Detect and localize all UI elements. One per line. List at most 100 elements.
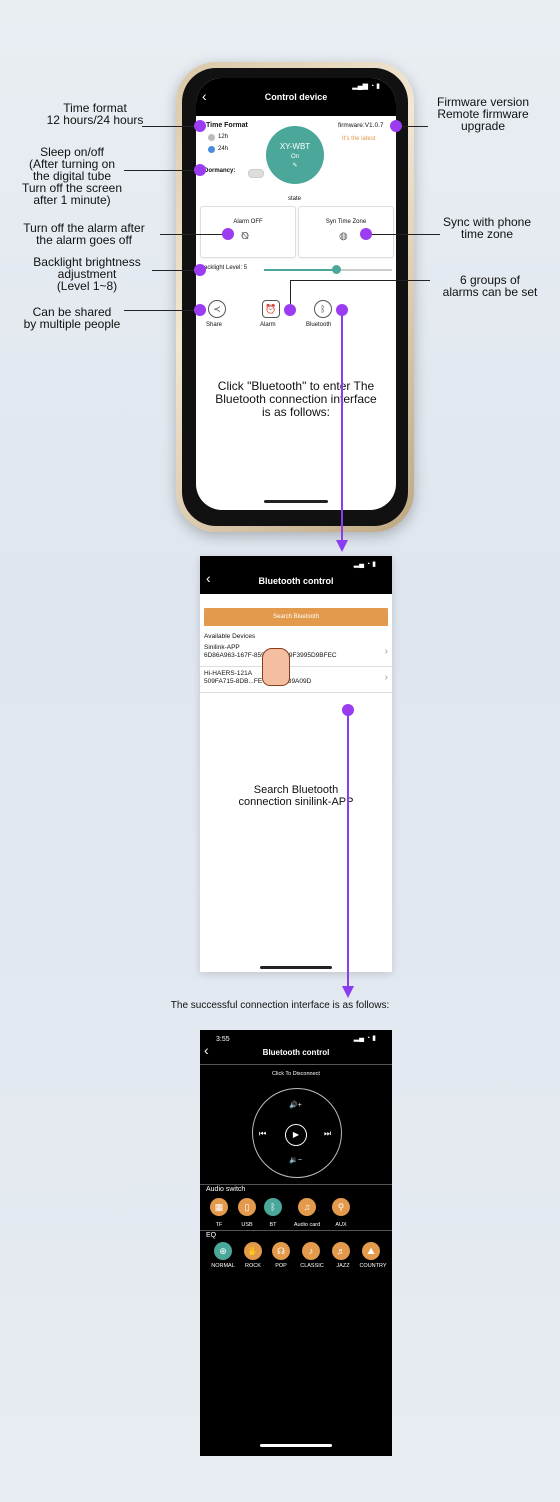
eq-classic-icon[interactable]: ♪ [302,1242,320,1260]
status-icons: ▂▄ ◔ ▮ [353,561,376,568]
device-row[interactable]: Sinilink-APP 6D86A963-167F-8599-40CE-9F3… [200,642,392,667]
divider [200,1184,392,1185]
edit-icon[interactable]: ✎ [266,162,324,169]
flow-arrowhead [342,986,354,998]
alarm-clock-icon[interactable]: ⏰ [262,300,280,318]
tf-card-icon[interactable]: ▦ [210,1198,228,1216]
device-state: On [290,154,299,160]
radio-12h[interactable] [208,134,215,141]
alarm-off-label: Alarm OFF [233,219,263,225]
callout-dot-sync [360,228,372,240]
success-caption: The successful connection interface is a… [170,1000,390,1011]
eq-jazz-icon[interactable]: ♬ [332,1242,350,1260]
device-info-section: Time Format 12h 24h XY-WBT On ✎ firmware… [196,116,396,194]
callout-firmware: Firmware version Remote firmware upgrade [436,95,529,133]
syn-time-zone-label: Syn Time Zone [325,219,367,225]
device-row[interactable]: Hi-HAERS-121A 509FA715-8DB...FE-7246D4B9… [200,668,392,693]
callout-dot-share [194,304,206,316]
backlight-slider-knob[interactable] [332,265,341,274]
page-title: Bluetooth control [258,576,334,586]
globe-icon: ◍ [339,231,348,242]
home-indicator [260,1444,332,1447]
bluetooth-instruction: Click "Bluetooth" to enter The Bluetooth… [215,379,377,419]
radio-24h[interactable] [208,146,215,153]
audio-switch-label: Audio switch [206,1186,246,1193]
divider [200,1064,392,1065]
eq-label: EQ [206,1232,217,1239]
callout-line [290,280,430,281]
callout-line [142,126,194,127]
callout-sync: Sync with phone time zone [442,215,532,241]
radio-12h-label: 12h [218,134,229,140]
eq-mode-label: POP [275,1263,287,1269]
bluetooth-label[interactable]: Bluetooth [306,322,331,328]
state-label: state [288,196,302,202]
callout-dot-alarm-off [222,228,234,240]
eq-mode-label: CLASSIC [300,1263,324,1269]
radio-24h-label: 24h [218,146,229,152]
eq-mode-label: JAZZ [336,1263,350,1269]
chevron-right-icon: › [384,672,388,683]
syn-time-zone-card[interactable]: Syn Time Zone ◍ [298,206,394,258]
next-icon[interactable]: ⏭ [324,1129,331,1139]
callout-dot-dormancy [194,164,206,176]
header: ‹ ▂▄ ◔ ▮ Bluetooth control [200,556,392,594]
clock-time: 3:55 [216,1036,230,1043]
bluetooth-icon[interactable]: ᛒ [314,300,332,318]
page-title: Control device [264,92,328,102]
control-device-screen: ‹ ▂▄▆ ◔ ▮ Control device Time Format 12h… [196,78,396,510]
status-icons: ▂▄ ◔ ▮ [353,1035,376,1042]
usb-icon[interactable]: ▯ [238,1198,256,1216]
alarm-label[interactable]: Alarm [260,322,276,328]
eq-pop-icon[interactable]: ☊ [272,1242,290,1260]
eq-country-icon[interactable]: ⛰ [362,1242,380,1260]
device-status-circle[interactable]: XY-WBT On ✎ [266,126,324,184]
hand-pointer-icon [262,648,290,686]
previous-icon[interactable]: ⏮ [259,1129,266,1139]
home-indicator [264,500,328,503]
eq-mode-label: ROCK [245,1263,261,1269]
dormancy-label: Dormancy: [204,168,236,174]
backlight-fill [264,269,336,271]
alarm-off-icon: ⦰ [241,231,250,242]
eq-normal-icon[interactable]: ⊕ [214,1242,232,1260]
search-bluetooth-button[interactable]: Search Bluetooth [204,608,388,626]
firmware-version[interactable]: firmware:V1.0.7 [338,122,384,129]
device-name: Sinilink-APP [204,644,240,651]
flow-arrow [341,314,343,542]
alarm-off-card[interactable]: Alarm OFF ⦰ [200,206,296,258]
source-label: TF [215,1222,223,1228]
device-name: Hi-HAERS-121A [204,670,253,677]
callout-share: Can be shared by multiple people [23,305,121,331]
callout-sleep: Sleep on/off (After turning on the digit… [21,145,123,207]
disconnect-button[interactable]: Click To Disconnect [200,1071,392,1077]
callout-time-format: Time format 12 hours/24 hours [46,101,144,127]
source-label: AUX [335,1222,347,1228]
callout-line [290,280,291,304]
bluetooth-search-screen: ‹ ▂▄ ◔ ▮ Bluetooth control Search Blueto… [200,556,392,972]
volume-down-icon[interactable]: 🔉− [289,1156,302,1164]
share-label[interactable]: Share [206,322,222,328]
time-format-label: Time Format [206,122,248,129]
volume-up-icon[interactable]: 🔊+ [289,1101,302,1109]
device-name: XY-WBT [279,142,311,151]
audio-card-icon[interactable]: ♫ [298,1198,316,1216]
callout-line [152,270,194,271]
chevron-right-icon: › [384,646,388,657]
callout-dot-alarms [284,304,296,316]
callout-line [124,170,194,171]
share-icon[interactable]: ≺ [208,300,226,318]
callout-line [160,234,222,235]
callout-line [124,310,194,311]
bt-icon[interactable]: ᛒ [264,1198,282,1216]
eq-mode-label: COUNTRY [359,1263,387,1269]
source-label: BT [269,1222,277,1228]
dormancy-toggle[interactable] [248,169,264,178]
callout-dot-time-format [194,120,206,132]
eq-rock-icon[interactable]: ✋ [244,1242,262,1260]
search-caption: Search Bluetooth connection sinilink-APP [238,784,354,808]
status-icons: ▂▄▆ ◔ ▮ [352,83,380,90]
aux-icon[interactable]: ⚲ [332,1198,350,1216]
play-button[interactable]: ▶ [285,1124,307,1146]
callout-line [372,234,440,235]
